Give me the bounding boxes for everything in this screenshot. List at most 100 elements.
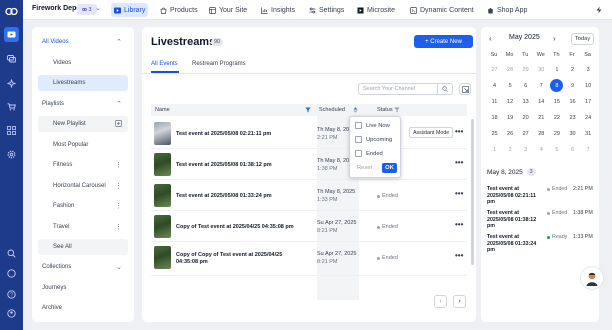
calendar-day[interactable]: 27 xyxy=(488,63,501,76)
sidebar-item-videos[interactable]: Videos xyxy=(38,55,128,71)
event-name[interactable]: Test event at 2025/05/08 01:33:24 pm xyxy=(176,193,304,200)
nav-shop-app[interactable]: Shop App xyxy=(484,3,530,17)
calendar-day[interactable]: 29 xyxy=(519,63,532,76)
calendar-day[interactable]: 30 xyxy=(566,127,579,140)
calendar-day[interactable]: 13 xyxy=(519,95,532,108)
search-input[interactable]: Search Your Channel xyxy=(358,83,453,95)
video-library-icon[interactable] xyxy=(4,27,19,42)
table-row[interactable]: Copy of Copy of Test event at 2025/04/25… xyxy=(151,242,467,276)
nav-settings[interactable]: Settings xyxy=(306,3,347,17)
calendar-day[interactable]: 29 xyxy=(550,127,563,140)
nav-dynamic-content[interactable]: Dynamic Content xyxy=(407,3,477,17)
table-row[interactable]: Copy of Test event at 2025/04/25 04:35:0… xyxy=(151,211,467,242)
calendar-day[interactable]: 30 xyxy=(535,63,548,76)
more-vertical-icon[interactable]: ⋮ xyxy=(115,202,122,210)
chevron-left-icon[interactable]: ‹ xyxy=(489,34,492,43)
calendar-day[interactable]: 17 xyxy=(582,95,595,108)
calendar-day[interactable]: 3 xyxy=(519,143,532,156)
chevron-down-icon[interactable]: ⌄ xyxy=(116,263,122,271)
event-name[interactable]: Copy of Test event at 2025/04/25 04:35:0… xyxy=(176,224,304,231)
gear-icon[interactable] xyxy=(4,147,19,162)
chevron-up-icon[interactable]: ⌃ xyxy=(116,100,122,108)
help-icon[interactable]: ? xyxy=(4,287,19,302)
sidebar-archive[interactable]: Archive xyxy=(38,300,128,316)
calendar-day[interactable]: 15 xyxy=(550,95,563,108)
filter-reset-button[interactable]: Reset xyxy=(357,165,372,171)
event-name[interactable]: Test event at 2025/05/08 01:38:12 pm xyxy=(176,162,304,169)
create-new-button[interactable]: + Create New xyxy=(414,35,473,48)
calendar-day[interactable]: 2 xyxy=(504,143,517,156)
sort-icon[interactable] xyxy=(353,107,358,113)
calendar-day[interactable]: 31 xyxy=(582,127,595,140)
calendar-day[interactable]: 1 xyxy=(550,63,563,76)
calendar-day[interactable]: 7 xyxy=(582,143,595,156)
filter-option-live-now[interactable]: Live Now xyxy=(355,122,390,129)
more-vertical-icon[interactable]: ⋮ xyxy=(115,182,122,190)
row-more-icon[interactable]: ••• xyxy=(455,158,463,167)
more-vertical-icon[interactable]: ⋮ xyxy=(115,223,122,231)
calendar-day[interactable]: 1 xyxy=(488,143,501,156)
event-name[interactable]: Copy of Copy of Test event at 2025/04/25… xyxy=(176,252,304,266)
sidebar-item-most-popular[interactable]: Most Popular xyxy=(38,137,128,153)
checkbox[interactable] xyxy=(355,136,362,143)
sidebar-item-livestreams[interactable]: Livestreams xyxy=(38,75,128,91)
message-icon[interactable] xyxy=(4,266,19,281)
search-icon[interactable] xyxy=(4,246,19,261)
table-row[interactable]: Test event at 2025/05/08 02:21:11 pm Th … xyxy=(151,118,467,149)
table-row[interactable]: Test event at 2025/05/08 01:33:24 pm Th … xyxy=(151,180,467,211)
calendar-day[interactable]: 28 xyxy=(504,63,517,76)
column-status-header[interactable]: Status xyxy=(377,107,393,113)
row-more-icon[interactable]: ••• xyxy=(455,189,463,198)
checkbox[interactable] xyxy=(355,150,362,157)
open-external-button[interactable] xyxy=(459,83,471,95)
calendar-day[interactable]: 7 xyxy=(535,79,548,92)
calendar-day[interactable]: 18 xyxy=(488,111,501,124)
nav-library[interactable]: Library xyxy=(111,3,149,17)
calendar-day[interactable]: 21 xyxy=(535,111,548,124)
calendar-day[interactable]: 22 xyxy=(550,111,563,124)
filter-option-ended[interactable]: Ended xyxy=(355,150,383,157)
nav-your-site[interactable]: Your Site xyxy=(206,3,250,17)
sidebar-item-fashion[interactable]: Fashion ⋮ xyxy=(38,198,128,214)
today-button[interactable]: Today xyxy=(571,33,594,45)
calendar-day[interactable]: 4 xyxy=(535,143,548,156)
brand-badge[interactable]: 3 xyxy=(77,4,97,15)
sidebar-item-travel[interactable]: Travel ⋮ xyxy=(38,219,128,235)
calendar-day[interactable]: 14 xyxy=(535,95,548,108)
calendar-day[interactable]: 16 xyxy=(566,95,579,108)
calendar-day[interactable]: 2 xyxy=(566,63,579,76)
calendar-day[interactable]: 11 xyxy=(488,95,501,108)
event-name[interactable]: Test event at 2025/05/08 02:21:11 pm xyxy=(176,131,304,138)
sidebar-playlists[interactable]: Playlists ⌃ xyxy=(38,96,128,112)
filter-icon[interactable] xyxy=(305,107,311,113)
calendar-day[interactable]: 12 xyxy=(504,95,517,108)
tab-all-events[interactable]: All Events xyxy=(151,61,178,67)
column-name-header[interactable]: Name xyxy=(155,107,170,113)
checkbox[interactable] xyxy=(355,122,362,129)
bolt-icon[interactable] xyxy=(595,6,603,14)
sparkle-icon[interactable] xyxy=(4,76,19,91)
assistant-avatar[interactable] xyxy=(580,266,604,290)
grid-icon[interactable] xyxy=(4,123,19,138)
table-row[interactable]: Test event at 2025/05/08 01:38:12 pm Th … xyxy=(151,149,467,180)
row-more-icon[interactable]: ••• xyxy=(455,220,463,229)
calendar-day[interactable]: 19 xyxy=(504,111,517,124)
nav-insights[interactable]: Insights xyxy=(258,3,298,17)
status-filter-icon[interactable] xyxy=(394,107,400,113)
calendar-day[interactable]: 24 xyxy=(582,111,595,124)
row-more-icon[interactable]: ••• xyxy=(455,251,463,260)
calendar-day[interactable]: 5 xyxy=(504,79,517,92)
next-page-button[interactable]: › xyxy=(453,295,466,308)
calendar-day[interactable]: 6 xyxy=(519,79,532,92)
more-vertical-icon[interactable]: ⋮ xyxy=(115,161,122,169)
calendar-day[interactable]: 27 xyxy=(519,127,532,140)
sidebar-item-horizontal-carousel[interactable]: Horizontal Carousel ⋮ xyxy=(38,178,128,194)
nav-products[interactable]: Products xyxy=(157,3,201,17)
assistant-mode-button[interactable]: Assistant Mode xyxy=(409,127,454,138)
account-icon[interactable] xyxy=(4,306,19,321)
sidebar-journeys[interactable]: Journeys xyxy=(38,280,128,296)
chevron-up-icon[interactable]: ⌃ xyxy=(116,38,122,46)
calendar-day[interactable]: 26 xyxy=(504,127,517,140)
calendar-day[interactable]: 6 xyxy=(566,143,579,156)
sidebar-item-see-all[interactable]: See All xyxy=(38,239,128,255)
